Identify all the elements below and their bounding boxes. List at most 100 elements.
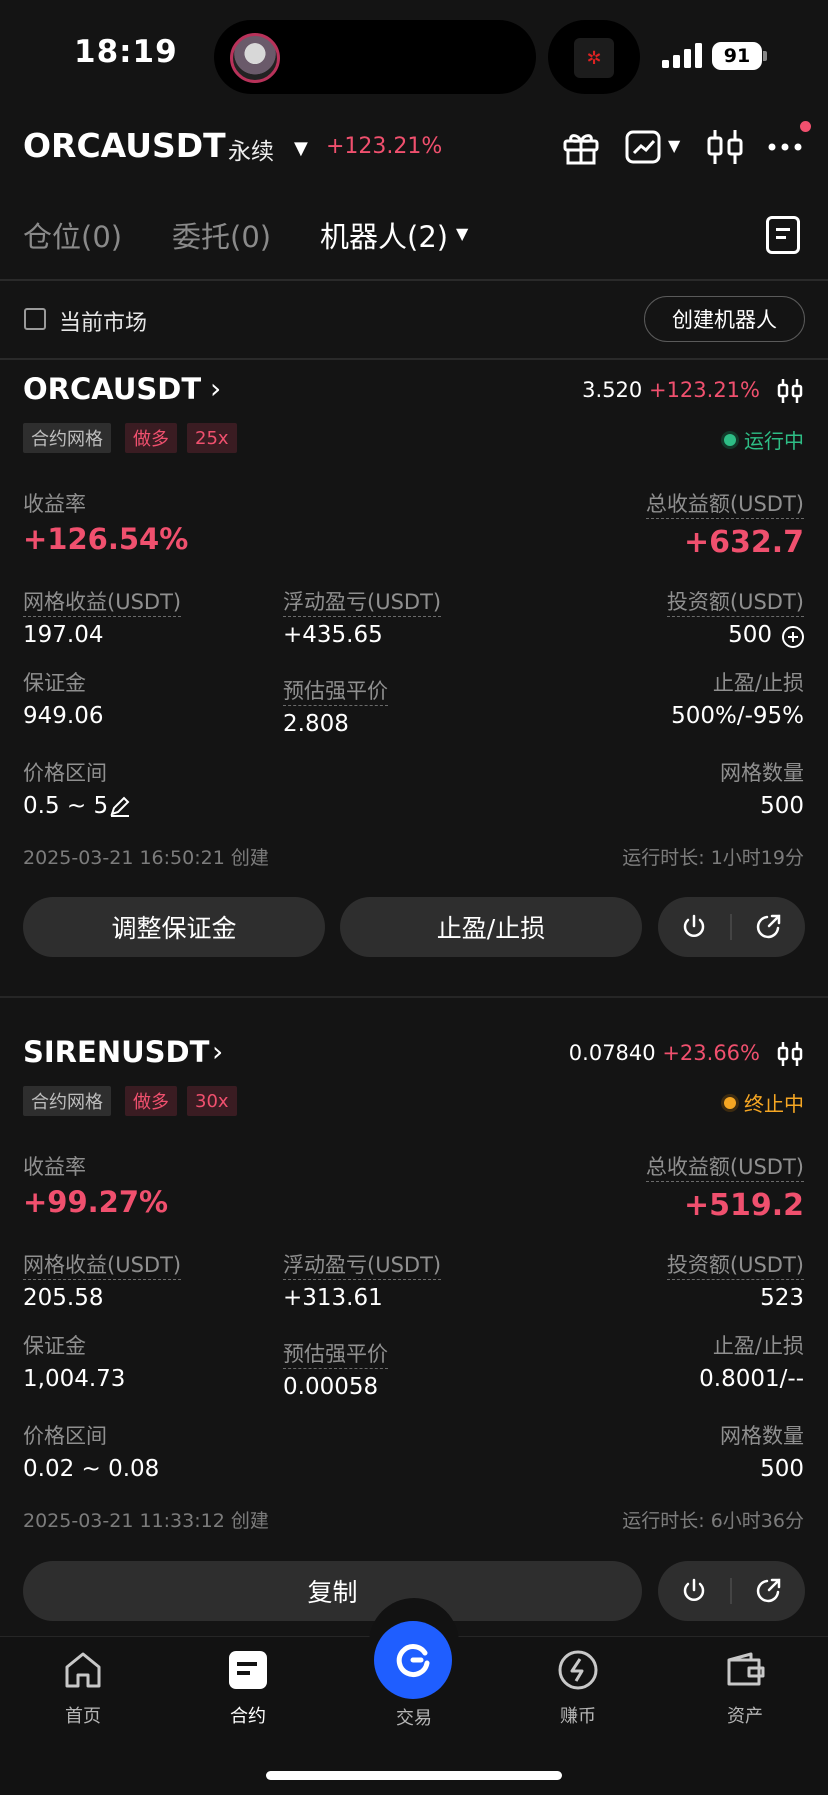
nav-trade-label[interactable]: 交易 (354, 1704, 474, 1730)
tab-orders[interactable]: 委托(0) (172, 214, 271, 256)
caret-down-icon[interactable]: ▼ (294, 138, 308, 159)
chart-caret-icon[interactable]: ▼ (668, 136, 680, 155)
nav-contract-label: 合约 (230, 1706, 266, 1727)
nav-assets-label: 资产 (727, 1706, 763, 1727)
app-activity-icon: ✲ (574, 38, 614, 78)
nav-earn-label: 赚币 (560, 1706, 596, 1727)
roi-value: +99.27% (23, 1185, 169, 1219)
tag-strategy: 合约网格 (23, 1086, 111, 1116)
total-profit-label: 总收益额(USDT) (645, 488, 804, 519)
price-range-value: 0.5 ~ 5 (23, 793, 109, 819)
bot-symbol[interactable]: ORCAUSDT (23, 372, 201, 406)
tag-leverage: 30x (187, 1086, 237, 1116)
notification-dot (800, 121, 811, 132)
investment-label: 投资额(USDT) (666, 586, 804, 617)
bot-price: 3.520 (582, 378, 643, 402)
chevron-right-icon[interactable]: › (210, 372, 221, 405)
total-profit-value: +519.2 (683, 1188, 804, 1223)
roi-label: 收益率 (23, 492, 86, 516)
created-time: 2025-03-21 16:50:21 创建 (23, 847, 269, 869)
power-icon[interactable] (680, 1577, 708, 1605)
copy-button[interactable]: 复制 (23, 1561, 642, 1621)
roi-label: 收益率 (23, 1155, 86, 1179)
tag-direction: 做多 (125, 1086, 177, 1116)
action-separator (730, 1578, 732, 1604)
nav-home[interactable]: 首页 (23, 1648, 143, 1728)
created-time: 2025-03-21 11:33:12 创建 (23, 1510, 269, 1532)
total-profit-label: 总收益额(USDT) (645, 1151, 804, 1182)
margin-value: 1,004.73 (23, 1366, 126, 1392)
tpsl-value: 500%/-95% (671, 703, 804, 729)
floating-pnl-label: 浮动盈亏(USDT) (283, 586, 442, 617)
create-bot-button[interactable]: 创建机器人 (644, 296, 805, 342)
bot-status: 运行中 (724, 425, 804, 454)
share-icon[interactable] (754, 1577, 782, 1605)
contract-type[interactable]: 永续 (228, 132, 274, 166)
liq-price-label: 预估强平价 (283, 1338, 388, 1369)
current-market-label[interactable]: 当前市场 (59, 305, 147, 337)
card-divider (0, 996, 828, 998)
share-icon[interactable] (754, 913, 782, 941)
bot-price-line: 3.520 +123.21% (582, 378, 760, 402)
tpsl-label: 止盈/止损 (712, 1334, 804, 1358)
nav-assets[interactable]: 资产 (685, 1648, 805, 1728)
margin-label: 保证金 (23, 1334, 86, 1358)
grid-count-value: 500 (760, 793, 804, 819)
power-icon[interactable] (680, 913, 708, 941)
bot-symbol[interactable]: SIRENUSDT (23, 1035, 209, 1069)
candlestick-icon[interactable] (704, 126, 746, 168)
candlestick-icon[interactable] (776, 377, 804, 405)
grid-profit-label: 网格收益(USDT) (23, 586, 182, 617)
document-icon[interactable] (766, 216, 800, 254)
trade-icon (396, 1644, 430, 1678)
bot-price: 0.07840 (568, 1041, 656, 1065)
floating-pnl-value: +313.61 (283, 1285, 383, 1311)
grid-count-label: 网格数量 (720, 761, 804, 785)
grid-profit-value: 197.04 (23, 622, 104, 648)
liq-price-value: 2.808 (283, 711, 349, 737)
contract-icon (229, 1651, 267, 1689)
liq-price-label: 预估强平价 (283, 675, 388, 706)
floating-pnl-label: 浮动盈亏(USDT) (283, 1249, 442, 1280)
edit-icon[interactable] (108, 794, 132, 818)
price-range-label: 价格区间 (23, 761, 107, 785)
price-range-label: 价格区间 (23, 1424, 107, 1448)
tabs-divider (0, 279, 828, 281)
chart-icon[interactable] (624, 126, 666, 168)
margin-label: 保证金 (23, 671, 86, 695)
symbol-title[interactable]: ORCAUSDT (23, 126, 226, 165)
roi-value: +126.54% (23, 522, 189, 556)
wallet-icon (727, 1652, 765, 1686)
runtime: 运行时长: 1小时19分 (622, 847, 804, 869)
nav-earn[interactable]: 赚币 (518, 1648, 638, 1728)
add-investment-icon[interactable] (781, 625, 805, 649)
home-icon (65, 1652, 101, 1688)
grid-count-label: 网格数量 (720, 1424, 804, 1448)
tab-bots[interactable]: 机器人(2) (320, 214, 448, 256)
investment-value: 500 (728, 622, 772, 648)
battery-icon: 91 (712, 42, 762, 70)
gift-icon[interactable] (560, 126, 602, 168)
tpsl-button[interactable]: 止盈/止损 (340, 897, 642, 957)
nav-trade-button[interactable] (374, 1621, 452, 1699)
investment-label: 投资额(USDT) (666, 1249, 804, 1280)
more-icon[interactable] (764, 126, 806, 168)
signal-icon (662, 43, 702, 68)
chevron-right-icon[interactable]: › (212, 1035, 223, 1068)
total-profit-value: +632.7 (683, 525, 804, 560)
current-market-checkbox[interactable] (24, 308, 46, 330)
bot-status: 终止中 (724, 1088, 804, 1117)
investment-value: 523 (760, 1285, 804, 1311)
nav-contract[interactable]: 合约 (188, 1648, 308, 1728)
tab-positions[interactable]: 仓位(0) (23, 214, 122, 256)
status-text: 终止中 (744, 1092, 804, 1116)
filter-divider (0, 358, 828, 360)
tab-bots-caret-icon[interactable]: ▼ (456, 224, 468, 243)
earn-icon (558, 1650, 598, 1690)
candlestick-icon[interactable] (776, 1040, 804, 1068)
adjust-margin-button[interactable]: 调整保证金 (23, 897, 325, 957)
bot-actions (658, 897, 805, 957)
tag-leverage: 25x (187, 423, 237, 453)
avatar (230, 33, 280, 83)
status-dot (724, 1096, 736, 1109)
